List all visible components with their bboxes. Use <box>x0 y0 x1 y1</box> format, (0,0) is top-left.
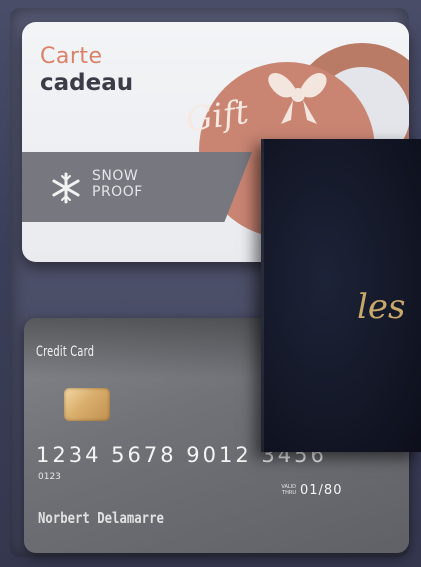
chip-icon <box>64 388 110 421</box>
snow-label: SNOW <box>92 168 139 184</box>
gift-card-title: Carte <box>40 44 103 69</box>
snow-proof-label: SNOW PROOF <box>92 168 212 200</box>
expiry-date: 01/80 <box>300 483 343 498</box>
notebook-edge <box>261 139 264 452</box>
notebook: les <box>261 139 421 452</box>
valid-thru-label: VALID THRU <box>281 484 296 496</box>
snowflake-icon <box>52 172 80 204</box>
cardholder-name: Norbert Delamarre <box>38 509 164 527</box>
gift-card-subtitle: cadeau <box>40 70 134 96</box>
card-number-prefix: 0123 <box>38 472 61 482</box>
notebook-lettering: les <box>357 287 406 327</box>
proof-label: PROOF <box>92 184 143 200</box>
credit-card-label: Credit Card <box>36 344 95 360</box>
